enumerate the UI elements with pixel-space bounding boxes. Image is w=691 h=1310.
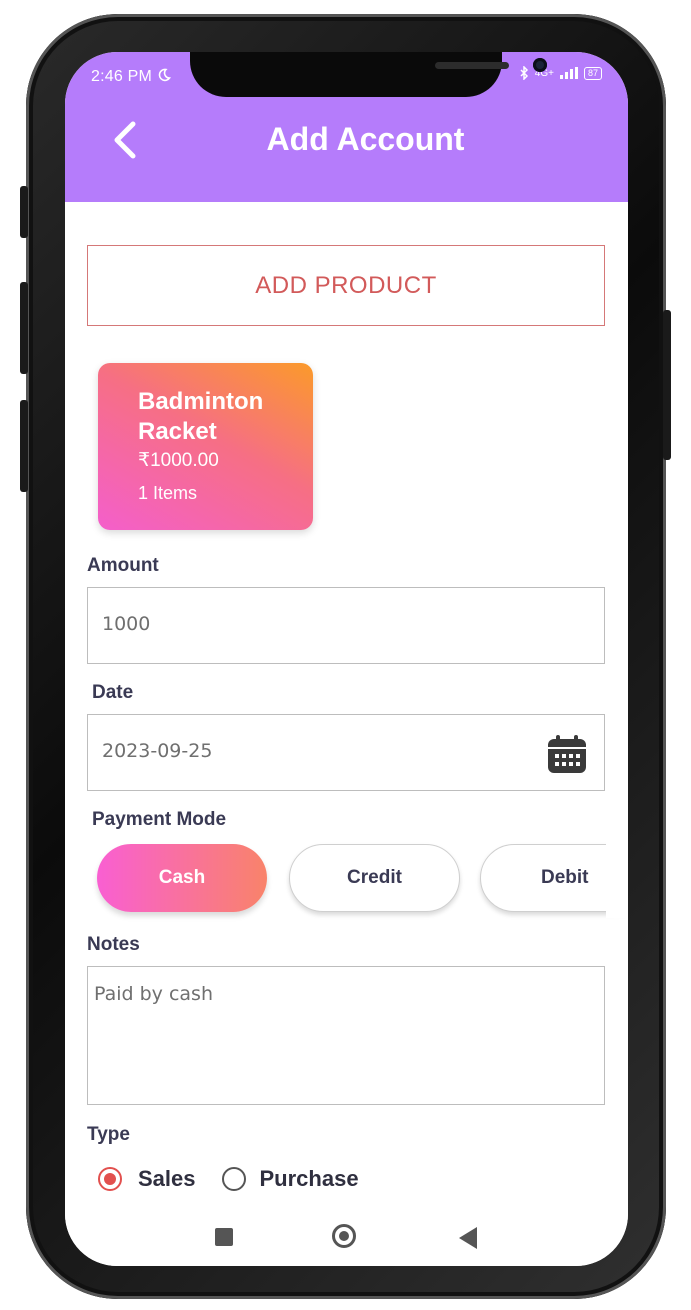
product-card[interactable]: Badminton Racket ₹1000.00 1 Items bbox=[98, 363, 313, 530]
payment-option-credit[interactable]: Credit bbox=[289, 844, 460, 912]
moon-icon bbox=[158, 68, 171, 82]
status-time: 2:46 PM bbox=[91, 68, 171, 86]
home-button[interactable] bbox=[332, 1224, 356, 1248]
purchase-radio[interactable] bbox=[221, 1167, 246, 1191]
phone-power-button bbox=[663, 310, 671, 460]
product-name: Badminton Racket bbox=[138, 388, 264, 445]
front-camera bbox=[533, 58, 547, 72]
notes-input[interactable]: Paid by cash bbox=[87, 966, 605, 1105]
bluetooth-icon bbox=[520, 66, 528, 80]
camera-notch bbox=[190, 52, 547, 97]
earpiece-speaker bbox=[435, 62, 509, 69]
date-label: Date bbox=[92, 682, 134, 703]
amount-input[interactable]: 1000 bbox=[87, 587, 605, 664]
type-radio-group: Sales Purchase bbox=[98, 1166, 359, 1192]
date-value: 2023-09-25 bbox=[102, 740, 213, 762]
payment-scroll-mask bbox=[606, 838, 628, 918]
phone-volume-down bbox=[20, 400, 28, 492]
amount-label: Amount bbox=[87, 555, 159, 576]
sales-radio-label[interactable]: Sales bbox=[138, 1166, 196, 1192]
date-input[interactable]: 2023-09-25 bbox=[87, 714, 605, 791]
calendar-icon[interactable] bbox=[546, 733, 588, 775]
system-nav-bar bbox=[65, 1210, 628, 1266]
payment-mode-label: Payment Mode bbox=[92, 809, 227, 830]
amount-value: 1000 bbox=[102, 613, 151, 635]
status-icons: 4G+ 87 bbox=[519, 66, 602, 80]
type-label: Type bbox=[87, 1124, 130, 1145]
app-screen: 2:46 PM 4G+ 87 Add Account ADD PRODUCT B… bbox=[65, 52, 628, 1266]
battery-icon: 87 bbox=[583, 66, 602, 80]
payment-option-cash[interactable]: Cash bbox=[97, 844, 267, 912]
product-price: ₹1000.00 bbox=[138, 450, 219, 471]
page-title: Add Account bbox=[266, 121, 465, 157]
phone-side-button bbox=[20, 186, 28, 238]
signal-icon bbox=[559, 67, 578, 79]
phone-volume-up bbox=[20, 282, 28, 374]
notes-value: Paid by cash bbox=[94, 983, 214, 1005]
recent-apps-button[interactable] bbox=[215, 1228, 233, 1246]
purchase-radio-label[interactable]: Purchase bbox=[260, 1166, 359, 1192]
add-product-button[interactable]: ADD PRODUCT bbox=[87, 245, 605, 326]
sales-radio[interactable] bbox=[98, 1167, 122, 1191]
notes-label: Notes bbox=[87, 934, 140, 955]
system-back-button[interactable] bbox=[459, 1227, 477, 1249]
product-count: 1 Items bbox=[138, 483, 198, 503]
